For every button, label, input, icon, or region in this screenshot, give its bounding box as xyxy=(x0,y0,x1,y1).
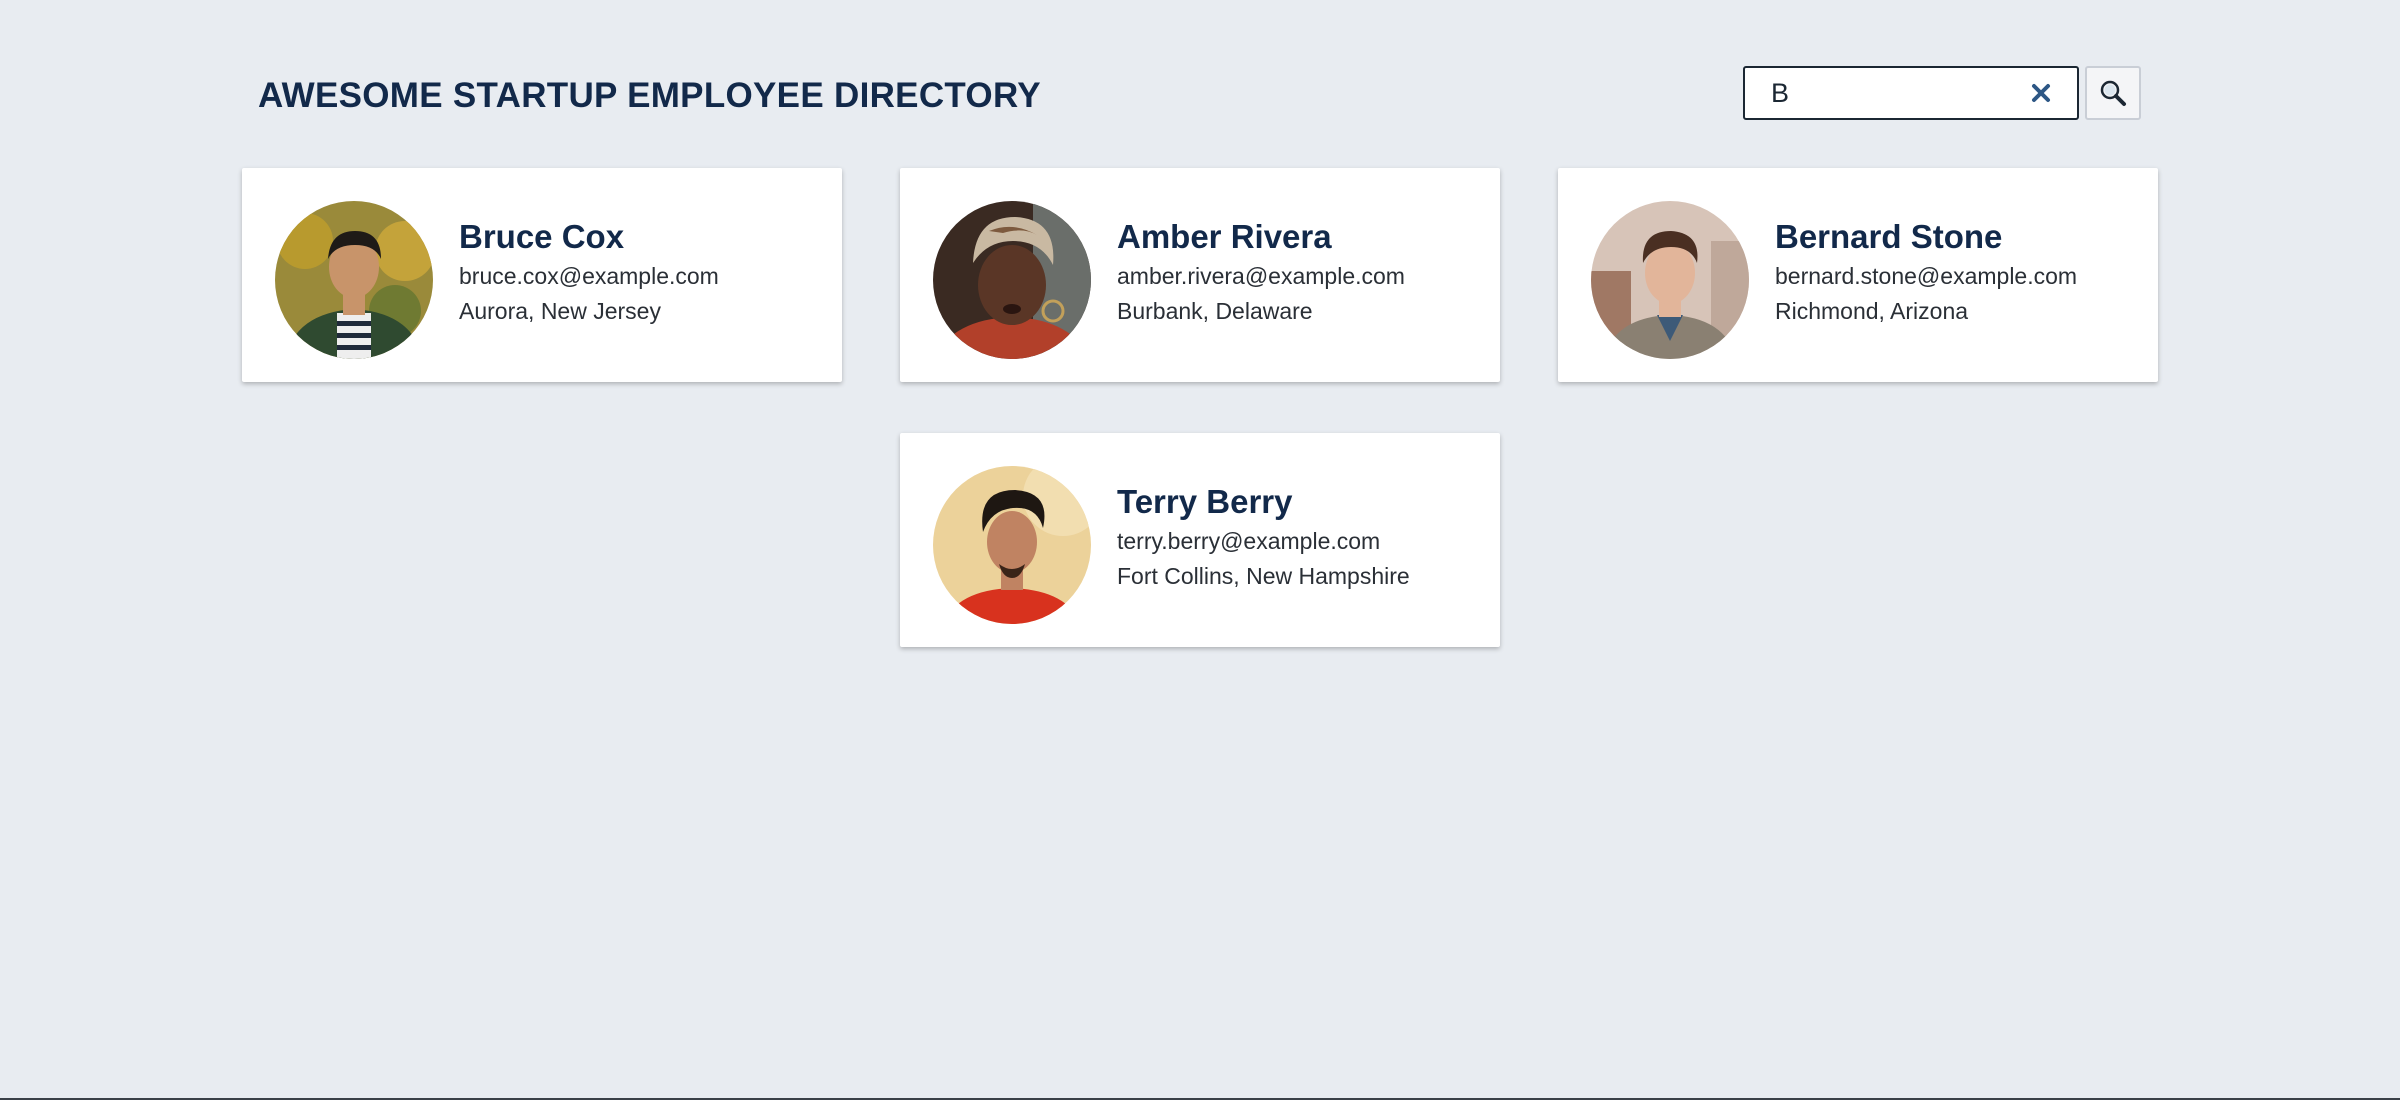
close-icon xyxy=(2032,84,2050,102)
employee-name: Bernard Stone xyxy=(1775,218,2003,255)
avatar xyxy=(933,201,1091,359)
search-box xyxy=(1743,66,2079,120)
avatar xyxy=(275,201,433,359)
magnifier-icon xyxy=(2100,80,2126,106)
page-title: AWESOME STARTUP EMPLOYEE DIRECTORY xyxy=(258,76,1041,115)
employee-email: bernard.stone@example.com xyxy=(1775,263,2078,289)
employee-location: Burbank, Delaware xyxy=(1117,298,1313,324)
employee-email: terry.berry@example.com xyxy=(1117,528,1381,554)
employee-card[interactable]: Bernard Stone bernard.stone@example.com … xyxy=(1558,168,2158,382)
avatar xyxy=(1591,201,1749,359)
employee-name: Bruce Cox xyxy=(459,218,625,255)
employee-card[interactable]: Amber Rivera amber.rivera@example.com Bu… xyxy=(900,168,1500,382)
employee-location: Richmond, Arizona xyxy=(1775,298,1969,324)
employee-card[interactable]: Bruce Cox bruce.cox@example.com Aurora, … xyxy=(242,168,842,382)
employee-email: amber.rivera@example.com xyxy=(1117,263,1405,289)
employee-location: Fort Collins, New Hampshire xyxy=(1117,563,1410,589)
employee-name: Amber Rivera xyxy=(1117,218,1332,255)
search-input[interactable] xyxy=(1771,68,2011,118)
employee-name: Terry Berry xyxy=(1117,483,1293,520)
search-button[interactable] xyxy=(2085,66,2141,120)
employee-card[interactable]: Terry Berry terry.berry@example.com Fort… xyxy=(900,433,1500,647)
employee-location: Aurora, New Jersey xyxy=(459,298,661,324)
avatar xyxy=(933,466,1091,624)
employee-email: bruce.cox@example.com xyxy=(459,263,719,289)
clear-search-button[interactable] xyxy=(2025,77,2057,109)
